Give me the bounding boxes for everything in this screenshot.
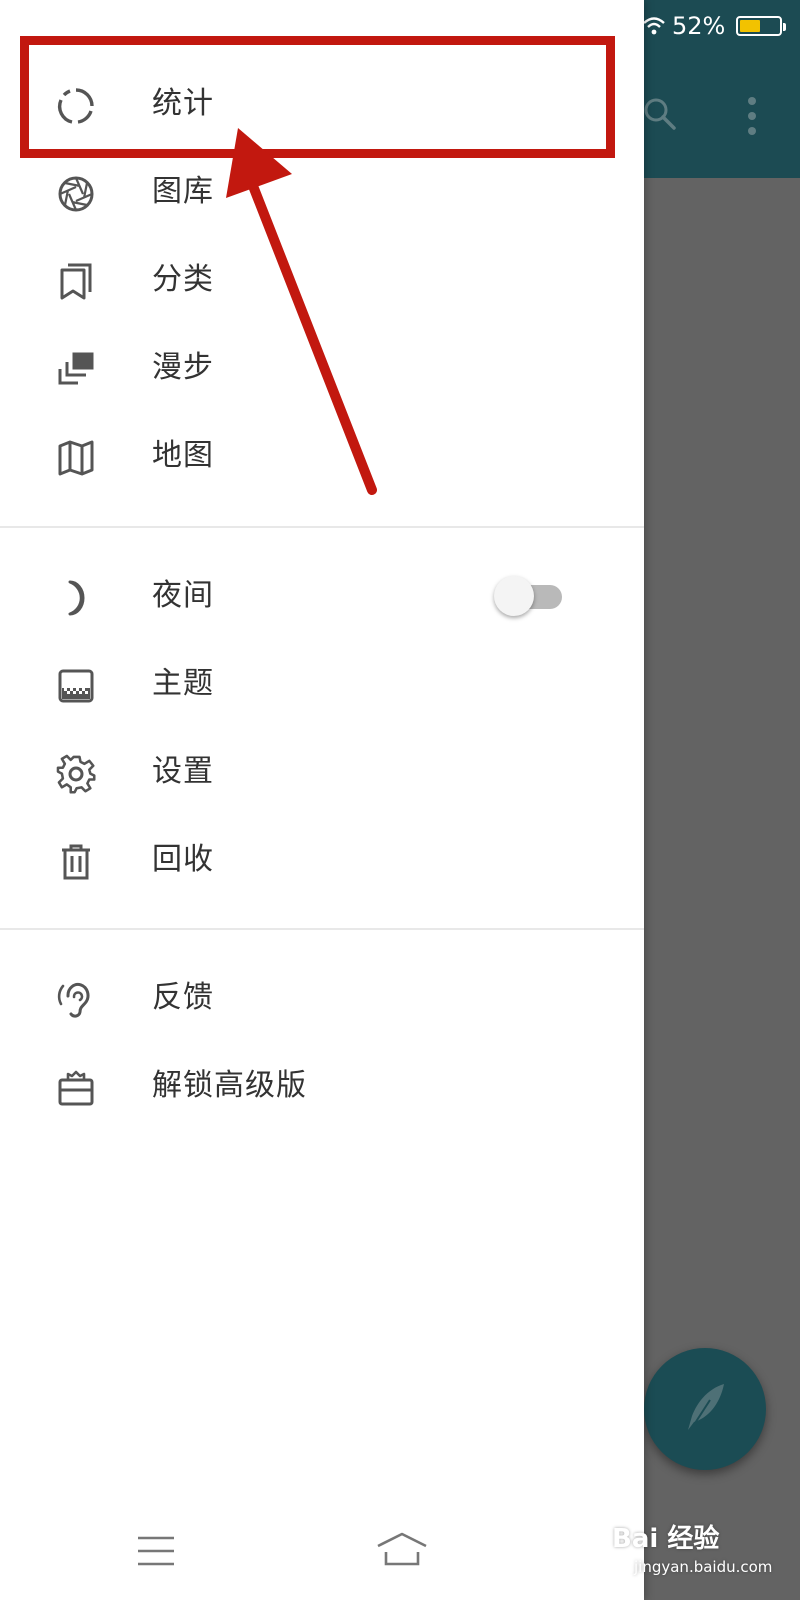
search-icon[interactable] [642,96,678,132]
drawer-item-label: 主题 [152,666,214,701]
trash-icon [62,844,90,880]
drawer-item-label: 漫步 [152,350,214,385]
drawer-item-label: 图库 [152,174,214,209]
more-vert-icon[interactable] [744,96,760,136]
bookmark-icon [60,263,92,300]
drawer-item-label: 地图 [152,438,214,473]
drawer-divider [0,928,644,930]
theme-icon [58,669,94,703]
battery-icon [736,16,786,36]
watermark-brand: Bai 经验 [612,1524,720,1554]
drawer-item-label: 分类 [152,262,214,297]
battery-fill [740,20,760,32]
drawer-item-label: 夜间 [152,578,214,613]
drawer-item-settings[interactable]: 设置 [0,728,644,816]
drawer-divider [0,526,644,528]
drawer-item-gallery[interactable]: 图库 [0,148,644,236]
baidu-jingyan-watermark: Bai 经验 jingyan.baidu.com [612,1512,800,1592]
drawer-item-map[interactable]: 地图 [0,412,644,500]
compose-fab[interactable] [644,1348,766,1470]
menu-icon[interactable] [136,1534,176,1568]
wifi-icon [643,17,665,35]
moon-icon [68,580,85,616]
drawer-item-label: 设置 [152,754,214,789]
drawer-item-categories[interactable]: 分类 [0,236,644,324]
drawer-item-label: 解锁高级版 [152,1068,307,1103]
aperture-icon [58,176,94,212]
night-mode-toggle[interactable] [494,574,566,618]
stack-icon [58,352,94,385]
drawer-item-label: 回收 [152,842,214,877]
map-icon [58,440,94,476]
status-bar: 52% [643,0,800,54]
drawer-item-label: 反馈 [152,980,214,1015]
gear-icon [56,754,96,794]
drawer-item-unlock-premium[interactable]: 解锁高级版 [0,1042,644,1130]
battery-percent: 52% [672,12,726,40]
watermark-domain: jingyan.baidu.com [634,1558,773,1576]
system-nav-bar [0,1480,644,1600]
gift-icon [58,1070,94,1106]
ear-icon [57,982,90,1018]
drawer-item-feedback[interactable]: 反馈 [0,954,644,1042]
annotation-highlight-box [20,36,615,158]
drawer-item-recycle[interactable]: 回收 [0,816,644,904]
navigation-drawer: 统计 图库 分类 漫步 地图 夜间 主题 设置 回收 反馈 解锁高级版 [0,0,644,1600]
battery-cap [783,23,786,31]
drawer-item-wander[interactable]: 漫步 [0,324,644,412]
toggle-thumb [494,576,534,616]
home-icon[interactable] [376,1530,428,1570]
feather-icon [687,1384,724,1435]
drawer-item-theme[interactable]: 主题 [0,640,644,728]
